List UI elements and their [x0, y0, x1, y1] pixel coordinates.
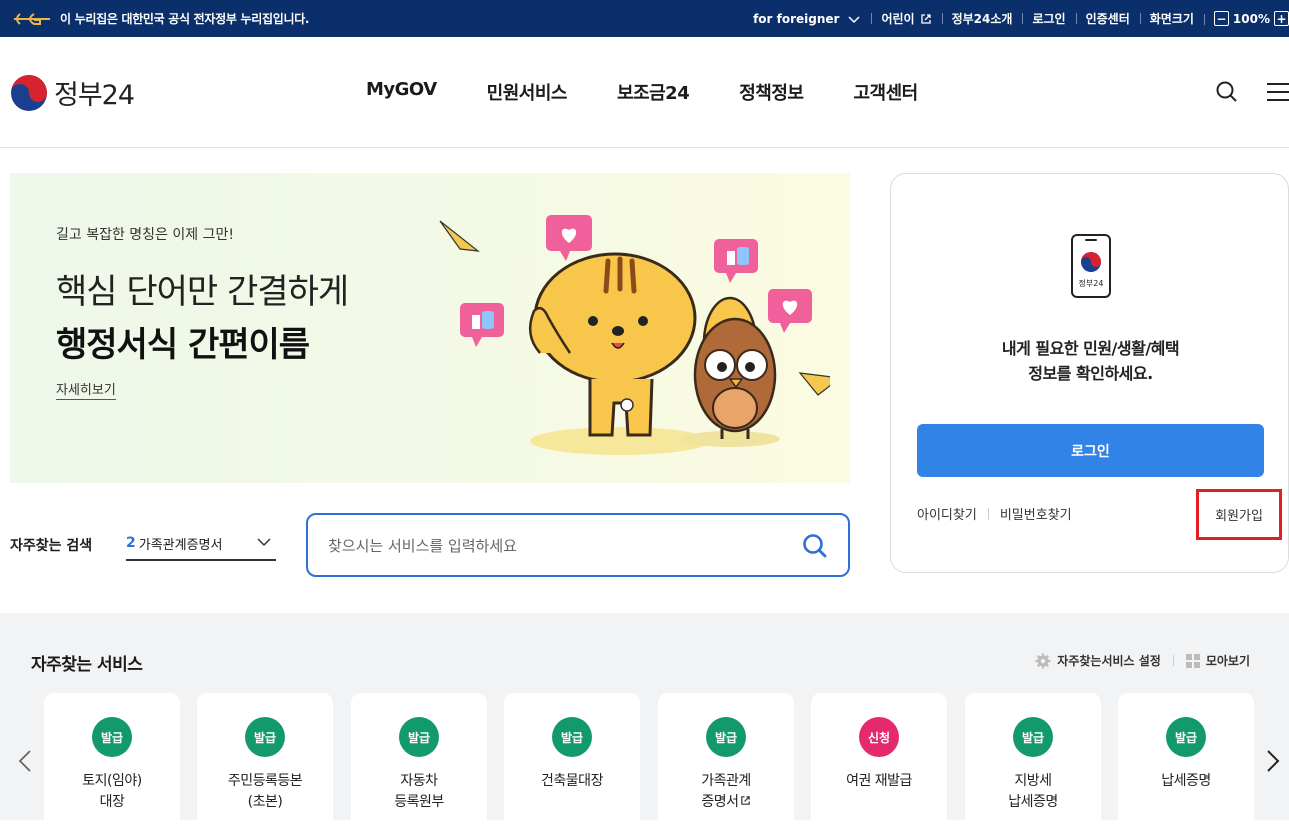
login-message-line1: 내게 필요한 민원/생활/혜택: [1001, 339, 1180, 358]
heart-bubble-icon: [546, 215, 592, 261]
search-icon[interactable]: [1215, 80, 1239, 104]
service-card-passport-reissue[interactable]: 신청 여권 재발급: [811, 693, 947, 833]
service-search-box: [306, 513, 850, 577]
site-header: 정부24 MyGOV 민원서비스 보조금24 정책정보 고객센터: [0, 37, 1289, 148]
kids-link[interactable]: 어린이: [871, 10, 941, 27]
zoom-level: 100%: [1232, 11, 1270, 26]
view-all-label: 모아보기: [1205, 654, 1250, 668]
divider: [987, 507, 989, 520]
service-card-resident-register[interactable]: 발급 주민등록등본 (초본): [197, 693, 333, 833]
service-search-input[interactable]: [328, 533, 788, 559]
issue-badge: 발급: [552, 717, 592, 757]
issue-badge: 발급: [245, 717, 285, 757]
fav-search-rank: 2: [126, 535, 136, 551]
login-message: 내게 필요한 민원/생활/혜택 정보를 확인하세요.: [891, 336, 1289, 386]
grid-icon: [1185, 653, 1200, 668]
banner-headline-bold: 행정서식 간편이름: [56, 325, 310, 365]
account-links: 아이디찾기 비밀번호찾기: [917, 504, 1072, 523]
zoom-control: − 100% +: [1203, 11, 1289, 26]
issue-badge: 발급: [1166, 717, 1206, 757]
service-name: 건축물대장: [541, 773, 603, 789]
service-card-building-register[interactable]: 발급 건축물대장: [504, 693, 640, 833]
nav-mygov[interactable]: MyGOV: [366, 79, 437, 105]
site-logo[interactable]: 정부24: [10, 73, 135, 112]
foreigner-label: for foreigner: [753, 11, 840, 26]
carousel-next-icon[interactable]: [1266, 749, 1280, 773]
service-name: 자동차 등록원부: [394, 773, 444, 810]
banner-headline: 핵심 단어만 간결하게: [56, 272, 349, 312]
service-card-family-certificate[interactable]: 발급 가족관계 증명서: [658, 693, 794, 833]
gear-icon: [1035, 653, 1051, 668]
fav-search-value: 가족관계증명서: [138, 537, 223, 553]
promo-banner[interactable]: 길고 복잡한 명칭은 이제 그만! 핵심 단어만 간결하게 행정서식 간편이름 …: [10, 173, 850, 483]
issue-badge: 발급: [706, 717, 746, 757]
service-settings-label: 자주찾는서비스 설정: [1057, 654, 1161, 668]
about-link[interactable]: 정부24소개: [941, 10, 1023, 27]
service-name: 여권 재발급: [846, 773, 912, 789]
service-name: 가족관계 증명서: [701, 773, 751, 810]
cert-center-link[interactable]: 인증센터: [1075, 10, 1140, 27]
zoom-in-button[interactable]: +: [1274, 11, 1289, 26]
menu-icon[interactable]: [1265, 81, 1289, 103]
nav-subsidy[interactable]: 보조금24: [617, 79, 690, 105]
issue-badge: 발급: [1013, 717, 1053, 757]
kids-label: 어린이: [881, 12, 915, 26]
apply-badge: 신청: [859, 717, 899, 757]
section-title: 자주찾는 서비스: [31, 655, 143, 675]
nav-policy[interactable]: 정책정보: [739, 79, 804, 105]
gov-notice-bar: 이 누리집은 대한민국 공식 전자정부 누리집입니다. for foreigne…: [0, 0, 1289, 37]
find-password-link[interactable]: 비밀번호찾기: [1000, 504, 1072, 523]
service-name: 토지(임야) 대장: [82, 773, 142, 810]
fav-search-label: 자주찾는 검색: [10, 538, 93, 554]
taegeuk-logo-icon: [11, 74, 47, 111]
zoom-out-button[interactable]: −: [1213, 11, 1229, 26]
service-card-land-register[interactable]: 발급 토지(임야) 대장: [44, 693, 180, 833]
search-icon[interactable]: [802, 533, 828, 559]
fav-search-select[interactable]: 2 가족관계증명서: [126, 527, 276, 561]
banner-more-link[interactable]: 자세히보기: [56, 379, 116, 400]
mascot-illustration: [439, 215, 830, 455]
foreigner-menu[interactable]: for foreigner: [743, 12, 871, 26]
service-card-tax-payment[interactable]: 발급 납세증명: [1118, 693, 1254, 833]
carousel-prev-icon[interactable]: [18, 749, 32, 773]
login-card: 정부24 내게 필요한 민원/생활/혜택 정보를 확인하세요. 로그인 아이디찾…: [890, 173, 1289, 573]
issue-badge: 발급: [399, 717, 439, 757]
find-id-link[interactable]: 아이디찾기: [917, 504, 977, 523]
heart-bubble-icon: [768, 289, 812, 333]
logo-text: 정부24: [54, 80, 135, 111]
service-name: 지방세 납세증명: [1008, 773, 1058, 810]
chevron-down-icon: [257, 538, 271, 547]
frequent-services-section: 자주찾는 서비스 자주찾는서비스 설정 모아보기 발급 토지(임야) 대장 발급 …: [0, 613, 1289, 833]
chevron-down-icon: [848, 15, 860, 23]
thumbs-up-bubble-icon: [714, 239, 758, 283]
banner-subtitle: 길고 복잡한 명칭은 이제 그만!: [56, 227, 234, 243]
service-card-local-tax[interactable]: 발급 지방세 납세증명: [965, 693, 1101, 833]
external-link-icon: [740, 796, 750, 805]
gov-notice-text: 이 누리집은 대한민국 공식 전자정부 누리집입니다.: [60, 12, 310, 26]
phone-app-icon: 정부24: [1071, 234, 1111, 298]
login-message-line2: 정보를 확인하세요.: [1028, 364, 1153, 383]
thumbs-up-bubble-icon: [460, 303, 504, 347]
nav-civil-service[interactable]: 민원서비스: [487, 79, 568, 105]
main-nav: MyGOV 민원서비스 보조금24 정책정보 고객센터: [366, 79, 918, 105]
divider: [1172, 655, 1174, 666]
nav-customer-center[interactable]: 고객센터: [853, 79, 918, 105]
view-all-button[interactable]: 모아보기: [1185, 652, 1250, 669]
external-link-icon: [920, 13, 931, 24]
service-name: 납세증명: [1161, 773, 1211, 789]
top-login-link[interactable]: 로그인: [1022, 10, 1075, 27]
signup-link[interactable]: 회원가입: [1196, 489, 1282, 540]
service-card-vehicle-register[interactable]: 발급 자동차 등록원부: [351, 693, 487, 833]
service-name: 주민등록등본 (초본): [227, 773, 303, 810]
phone-label: 정부24: [1079, 278, 1104, 288]
gov-emblem-icon: [14, 12, 50, 25]
service-settings-button[interactable]: 자주찾는서비스 설정: [1035, 652, 1161, 669]
login-button[interactable]: 로그인: [917, 424, 1264, 477]
screen-size-label: 화면크기: [1139, 10, 1204, 27]
issue-badge: 발급: [92, 717, 132, 757]
